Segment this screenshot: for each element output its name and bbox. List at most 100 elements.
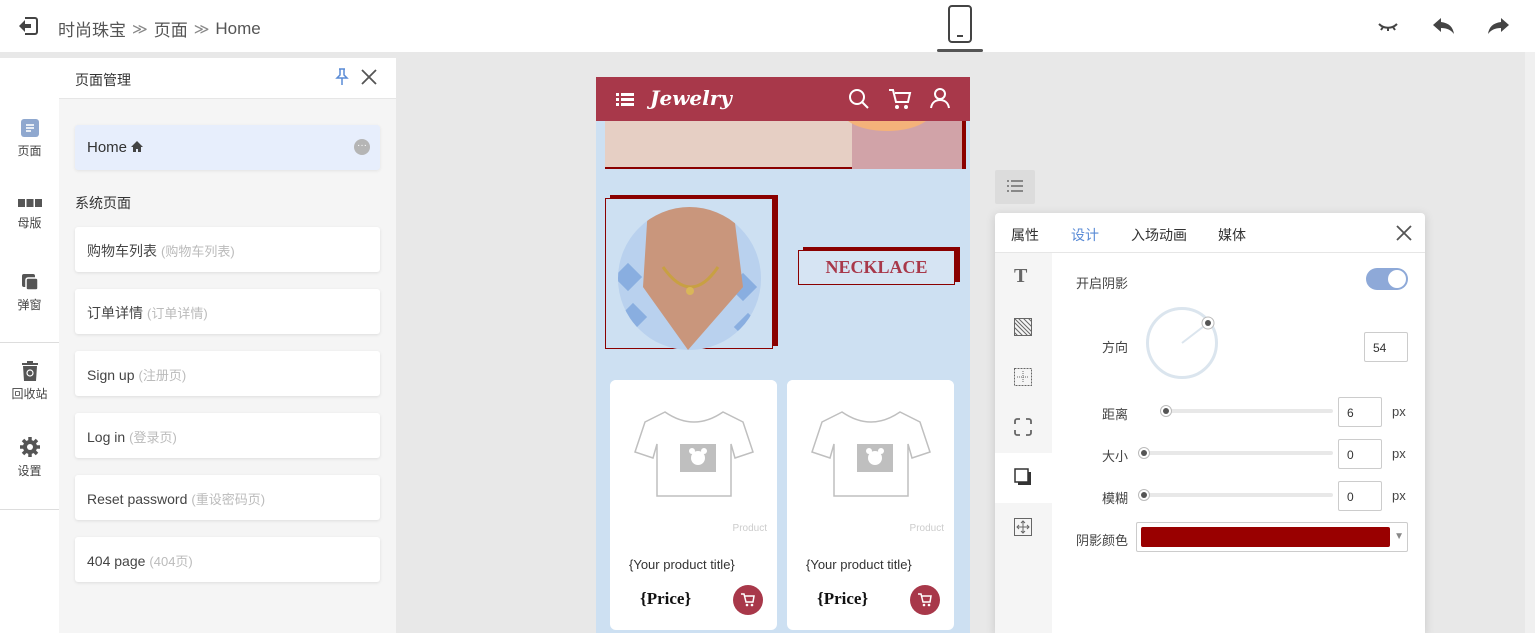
product-tag: Product [732,523,767,534]
blur-slider-thumb[interactable] [1138,489,1150,501]
shadow-category[interactable] [995,453,1052,503]
mobile-view-toggle[interactable] [937,2,983,52]
breadcrumb-section[interactable]: 页面 [154,16,188,41]
phone-canvas[interactable]: Jewelry NECKLACE Product {Your product t… [596,77,970,633]
background-category[interactable] [995,303,1052,353]
layer-list-button[interactable] [995,170,1035,204]
distance-slider-track[interactable] [1160,409,1333,413]
direction-dial[interactable] [1146,307,1218,379]
site-logo[interactable]: Jewelry [650,86,732,110]
product-card[interactable]: Product {Your product title} {Price} [610,380,777,630]
system-page-sub: (登录页) [129,430,177,445]
corner-radius-category[interactable] [995,403,1052,453]
shadow-icon [1014,468,1031,485]
necklace-label[interactable]: NECKLACE [798,250,955,285]
home-page-item[interactable]: Home ··· [75,125,380,170]
border-category[interactable] [995,353,1052,403]
user-icon[interactable] [929,87,951,109]
product-price: {Price} [817,589,869,608]
tab-entrance-animation[interactable]: 入场动画 [1131,225,1187,245]
pages-icon [20,119,39,137]
close-icon[interactable] [360,68,378,86]
direction-dial-hand [1181,316,1215,344]
size-label: 大小 [1102,449,1129,464]
breadcrumb-project[interactable]: 时尚珠宝 [58,16,126,41]
shadow-color-swatch [1141,527,1390,547]
search-icon[interactable] [848,88,870,110]
direction-input[interactable]: 54 [1364,332,1408,362]
hero-image[interactable] [605,91,966,169]
product-price: {Price} [640,589,692,608]
cart-icon [741,593,755,607]
necklace-image-frame[interactable] [605,198,773,350]
nav-settings[interactable]: 设置 [0,436,59,479]
text-style-category[interactable]: T [995,253,1052,303]
system-page-name: 购物车列表 [87,243,157,259]
blur-unit: px [1392,488,1406,503]
breadcrumb-page: Home [215,18,261,38]
system-page-sub: (404页) [149,554,193,569]
direction-label: 方向 [1102,340,1129,355]
exit-icon[interactable] [16,14,40,38]
recycle-bin-icon [21,361,38,381]
product-card[interactable]: Product {Your product title} {Price} [787,380,954,630]
system-pages-title: 系统页面 [75,195,131,211]
settings-gear-icon [19,437,40,457]
home-icon [131,141,144,152]
design-properties-panel: 属性 设计 入场动画 媒体 T 开启阴影 方向 54 距离 6 px 大小 0 … [995,213,1425,633]
redo-icon[interactable] [1484,12,1512,40]
system-page-item[interactable]: Sign up (注册页) [75,351,380,396]
pin-icon[interactable] [334,68,350,86]
spacing-icon [1014,518,1032,536]
size-slider-thumb[interactable] [1138,447,1150,459]
size-slider-track[interactable] [1138,451,1333,455]
more-options-icon[interactable]: ··· [354,139,370,155]
blur-slider-track[interactable] [1138,493,1333,497]
tab-media[interactable]: 媒体 [1218,225,1246,245]
system-page-name: Log in [87,429,126,445]
spacing-category[interactable] [995,503,1052,553]
preview-eye-icon[interactable] [1374,12,1402,40]
shadow-toggle[interactable] [1366,268,1408,290]
undo-icon[interactable] [1430,12,1458,40]
system-page-item[interactable]: Reset password (重设密码页) [75,475,380,520]
add-to-cart-button[interactable] [733,585,763,615]
nav-pages[interactable]: 页面 [0,118,59,159]
top-bar: 时尚珠宝 ≫ 页面 ≫ Home [0,0,1535,52]
cart-icon [918,593,932,607]
site-header: Jewelry [596,77,970,121]
canvas-scroll-edge [1525,52,1535,633]
panel-tabs: 属性 设计 入场动画 媒体 [995,213,1425,253]
nav-popup-label: 弹窗 [17,298,42,312]
shadow-enable-label: 开启阴影 [1076,276,1129,291]
panel-title: 页面管理 [75,72,131,88]
distance-input[interactable]: 6 [1338,397,1382,427]
blur-input[interactable]: 0 [1338,481,1382,511]
system-page-name: Sign up [87,367,135,383]
system-page-item[interactable]: 404 page (404页) [75,537,380,582]
tab-design[interactable]: 设计 [1071,225,1099,245]
add-to-cart-button[interactable] [910,585,940,615]
system-page-name: 404 page [87,553,146,569]
tab-properties[interactable]: 属性 [1011,225,1039,245]
nav-popup[interactable]: 弹窗 [0,272,59,313]
size-unit: px [1392,446,1406,461]
system-page-sub: (注册页) [138,368,187,383]
product-title[interactable]: {Your product title} [629,557,735,572]
cart-icon[interactable] [888,88,912,110]
close-icon[interactable] [1395,224,1413,242]
nav-recycle[interactable]: 回收站 [0,361,59,402]
background-pattern-icon [1014,318,1032,336]
system-page-name: 订单详情 [87,305,143,321]
product-title[interactable]: {Your product title} [806,557,912,572]
size-input[interactable]: 0 [1338,439,1382,469]
system-page-item[interactable]: 购物车列表 (购物车列表) [75,227,380,272]
nav-master[interactable]: 母版 [0,196,59,231]
distance-unit: px [1392,404,1406,419]
system-page-item[interactable]: 订单详情 (订单详情) [75,289,380,334]
menu-icon[interactable] [616,91,634,107]
shadow-color-picker[interactable]: ▼ [1136,522,1408,552]
distance-slider-thumb[interactable] [1160,405,1172,417]
border-icon [1014,368,1032,386]
system-page-item[interactable]: Log in (登录页) [75,413,380,458]
